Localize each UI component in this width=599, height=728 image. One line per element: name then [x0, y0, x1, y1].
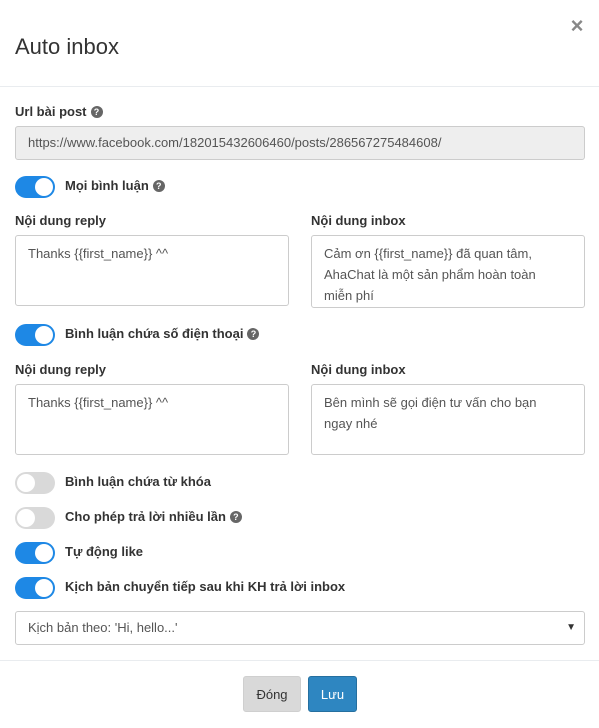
- followup-scenario-label: Kịch bản chuyển tiếp sau khi KH trả lời …: [65, 579, 346, 594]
- phone-comments-label: Bình luận chứa số điện thoại?: [65, 325, 260, 343]
- caret-down-icon: ▼: [566, 622, 576, 633]
- inbox-text-line: miễn phí: [324, 288, 374, 303]
- multiple-replies-label: Cho phép trả lời nhiều lần?: [65, 508, 242, 526]
- toggle-knob: [35, 178, 53, 196]
- toggle-knob: [17, 509, 35, 527]
- inbox-content-label: Nội dung inbox: [311, 362, 406, 377]
- inbox-textarea-phone-comments[interactable]: Bên mình sẽ gọi điện tư vấn cho bạn ngay…: [311, 384, 585, 455]
- url-label: Url bài post?: [15, 103, 103, 121]
- close-button[interactable]: Đóng: [243, 676, 301, 712]
- scenario-select-value: Kịch bản theo: 'Hi, hello...': [28, 620, 178, 635]
- url-label-text: Url bài post: [15, 104, 87, 119]
- toggle-phone-comments[interactable]: [15, 324, 55, 346]
- modal-header: Auto inbox ×: [0, 0, 599, 87]
- modal-title: Auto inbox: [15, 34, 119, 59]
- reply-text: Thanks {{first_name}} ^^: [28, 246, 169, 261]
- reply-textarea-phone-comments[interactable]: Thanks {{first_name}} ^^: [15, 384, 289, 455]
- toggle-knob: [17, 474, 35, 492]
- phone-comments-label-text: Bình luận chứa số điện thoại: [65, 326, 244, 341]
- toggle-knob: [35, 579, 53, 597]
- toggle-followup-scenario[interactable]: [15, 577, 55, 599]
- all-comments-label-text: Mọi bình luận: [65, 178, 149, 193]
- toggle-knob: [35, 326, 53, 344]
- toggle-knob: [35, 544, 53, 562]
- inbox-text-line: ngay nhé: [324, 416, 378, 431]
- inbox-text-line: Cảm ơn {{first_name}} đã quan tâm,: [324, 246, 532, 261]
- inbox-text-line: AhaChat là một sản phẩm hoàn toàn: [324, 267, 536, 282]
- close-icon[interactable]: ×: [565, 14, 589, 38]
- inbox-text-line: Bên mình sẽ gọi điện tư vấn cho bạn: [324, 395, 537, 410]
- reply-content-label: Nội dung reply: [15, 213, 106, 228]
- help-icon[interactable]: ?: [152, 180, 165, 192]
- help-icon[interactable]: ?: [229, 511, 242, 523]
- post-url-input[interactable]: https://www.facebook.com/182015432606460…: [15, 126, 585, 160]
- inbox-textarea-all-comments[interactable]: Cảm ơn {{first_name}} đã quan tâm, AhaCh…: [311, 235, 585, 308]
- keyword-comments-label: Bình luận chứa từ khóa: [65, 474, 211, 489]
- multiple-replies-label-text: Cho phép trả lời nhiều lần: [65, 509, 226, 524]
- auto-like-label: Tự động like: [65, 544, 144, 559]
- inbox-content-label: Nội dung inbox: [311, 213, 406, 228]
- save-button[interactable]: Lưu: [308, 676, 357, 712]
- toggle-multiple-replies[interactable]: [15, 507, 55, 529]
- reply-content-label: Nội dung reply: [15, 362, 106, 377]
- reply-textarea-all-comments[interactable]: Thanks {{first_name}} ^^: [15, 235, 289, 306]
- toggle-auto-like[interactable]: [15, 542, 55, 564]
- help-icon[interactable]: ?: [247, 328, 260, 340]
- toggle-all-comments[interactable]: [15, 176, 55, 198]
- reply-text: Thanks {{first_name}} ^^: [28, 395, 169, 410]
- help-icon[interactable]: ?: [90, 106, 103, 118]
- toggle-keyword-comments[interactable]: [15, 472, 55, 494]
- all-comments-label: Mọi bình luận?: [65, 177, 165, 195]
- scenario-select[interactable]: Kịch bản theo: 'Hi, hello...' ▼: [15, 611, 585, 645]
